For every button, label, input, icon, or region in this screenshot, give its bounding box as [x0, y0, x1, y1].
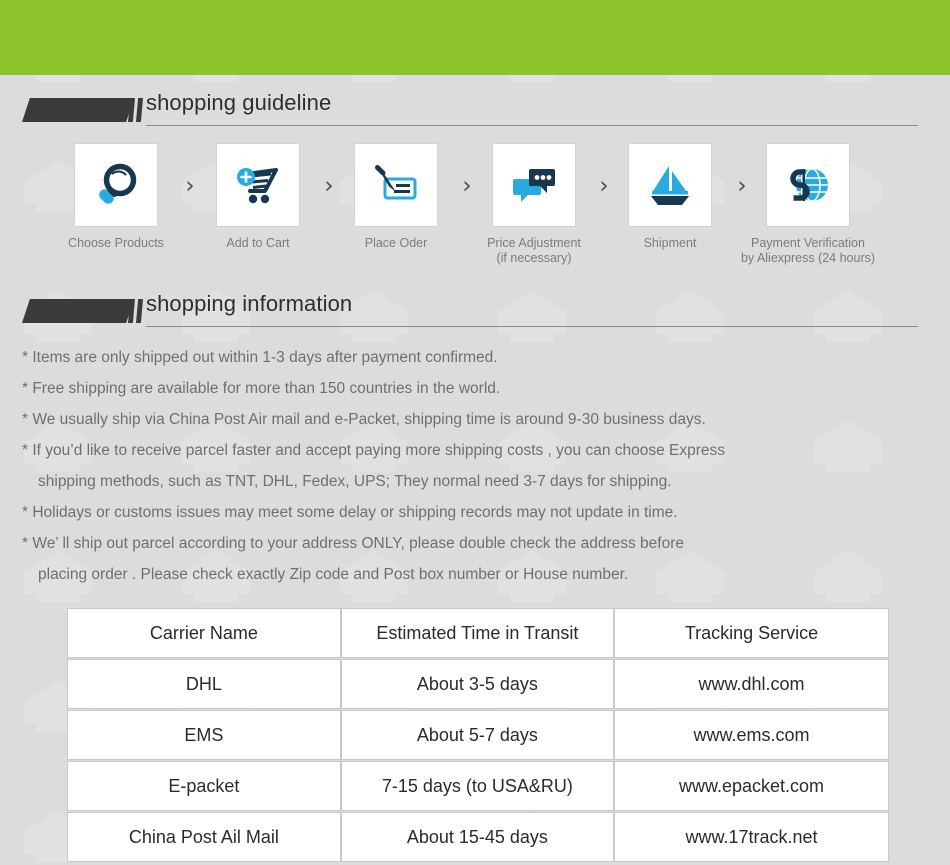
- heading-slash-icon: [136, 98, 143, 122]
- section-title-information: shopping information: [146, 291, 353, 316]
- chat-bubbles-icon: [513, 169, 555, 202]
- step-icon-card: [766, 143, 850, 227]
- shopping-steps-row: Choose Products › Add to Cart › Place Od…: [0, 143, 950, 278]
- shopping-information-list: * Items are only shipped out within 1-3 …: [22, 342, 932, 590]
- step-label-line1: Add to Cart: [226, 236, 290, 250]
- magnifier-icon: [99, 163, 137, 204]
- step-arrow-icon: ›: [462, 173, 472, 199]
- step-add-to-cart[interactable]: Add to Cart: [215, 143, 301, 251]
- heading-flag-shape: [22, 299, 134, 323]
- info-line: * We’ ll ship out parcel according to yo…: [22, 535, 685, 552]
- step-arrow-icon: ›: [185, 173, 195, 199]
- step-icon-card: [216, 143, 300, 227]
- table-cell-tracking[interactable]: www.dhl.com: [614, 659, 889, 709]
- table-cell-carrier: China Post Ail Mail: [67, 812, 341, 862]
- table-header-cell: Tracking Service: [614, 608, 889, 658]
- table-header-cell: Estimated Time in Transit: [340, 608, 615, 658]
- table-cell-carrier: E-packet: [67, 761, 341, 811]
- table-cell-carrier: DHL: [67, 659, 341, 709]
- step-payment-verification[interactable]: Payment Verification by Aliexpress (24 h…: [741, 143, 875, 266]
- table-cell-transit: About 5-7 days: [340, 710, 615, 760]
- step-label-line1: Price Adjustment: [487, 236, 581, 250]
- info-line: * We usually ship via China Post Air mai…: [22, 411, 706, 428]
- info-line: placing order . Please check exactly Zip…: [38, 566, 629, 583]
- table-header-cell: Carrier Name: [67, 608, 341, 658]
- table-row: DHL About 3-5 days www.dhl.com: [67, 659, 889, 709]
- step-price-adjustment[interactable]: Price Adjustment (if necessary): [487, 143, 581, 266]
- step-icon-card: [628, 143, 712, 227]
- section-title-guideline: shopping guideline: [146, 90, 332, 115]
- info-line: * Free shipping are available for more t…: [22, 380, 501, 397]
- step-arrow-icon: ›: [737, 173, 747, 199]
- table-cell-tracking[interactable]: www.epacket.com: [614, 761, 889, 811]
- table-cell-transit: 7-15 days (to USA&RU): [340, 761, 615, 811]
- heading-flag-shape: [22, 98, 134, 122]
- pen-check-icon: [375, 165, 417, 200]
- info-line: * If you’d like to receive parcel faster…: [22, 442, 726, 459]
- step-arrow-icon: ›: [599, 173, 609, 199]
- section-heading-information: shopping information: [0, 291, 950, 335]
- table-row: E-packet 7-15 days (to USA&RU) www.epack…: [67, 761, 889, 811]
- step-arrow-icon: ›: [324, 173, 334, 199]
- step-place-order[interactable]: Place Oder: [353, 143, 439, 251]
- info-line: * Items are only shipped out within 1-3 …: [22, 349, 498, 366]
- step-choose-products[interactable]: Choose Products: [68, 143, 164, 251]
- step-label-line2: by Aliexpress (24 hours): [740, 251, 876, 265]
- top-green-banner: [0, 0, 950, 75]
- table-header-row: Carrier Name Estimated Time in Transit T…: [67, 608, 889, 658]
- table-cell-transit: About 15-45 days: [340, 812, 615, 862]
- table-row: China Post Ail Mail About 15-45 days www…: [67, 812, 889, 862]
- step-label-line1: Choose Products: [68, 236, 164, 250]
- section-heading-guideline: shopping guideline: [0, 90, 950, 134]
- step-label-line1: Payment Verification: [751, 236, 865, 250]
- step-icon-card: [354, 143, 438, 227]
- add-to-cart-icon: [237, 168, 278, 204]
- heading-underline: [146, 125, 918, 126]
- table-cell-transit: About 3-5 days: [340, 659, 615, 709]
- step-label-line2: (if necessary): [496, 251, 572, 265]
- info-line: shipping methods, such as TNT, DHL, Fede…: [38, 473, 672, 490]
- step-label: Payment Verification by Aliexpress (24 h…: [688, 236, 928, 266]
- table-row: EMS About 5-7 days www.ems.com: [67, 710, 889, 760]
- table-cell-tracking[interactable]: www.17track.net: [614, 812, 889, 862]
- table-cell-tracking[interactable]: www.ems.com: [614, 710, 889, 760]
- carrier-table: Carrier Name Estimated Time in Transit T…: [67, 607, 889, 863]
- info-line: * Holidays or customs issues may meet so…: [22, 504, 678, 521]
- step-icon-card: [492, 143, 576, 227]
- table-cell-carrier: EMS: [67, 710, 341, 760]
- sailboat-icon: [651, 166, 689, 205]
- step-shipment[interactable]: Shipment: [627, 143, 713, 251]
- heading-slash-icon: [136, 299, 143, 323]
- step-icon-card: [74, 143, 158, 227]
- dollar-globe-icon: [790, 168, 828, 202]
- heading-underline: [146, 326, 918, 327]
